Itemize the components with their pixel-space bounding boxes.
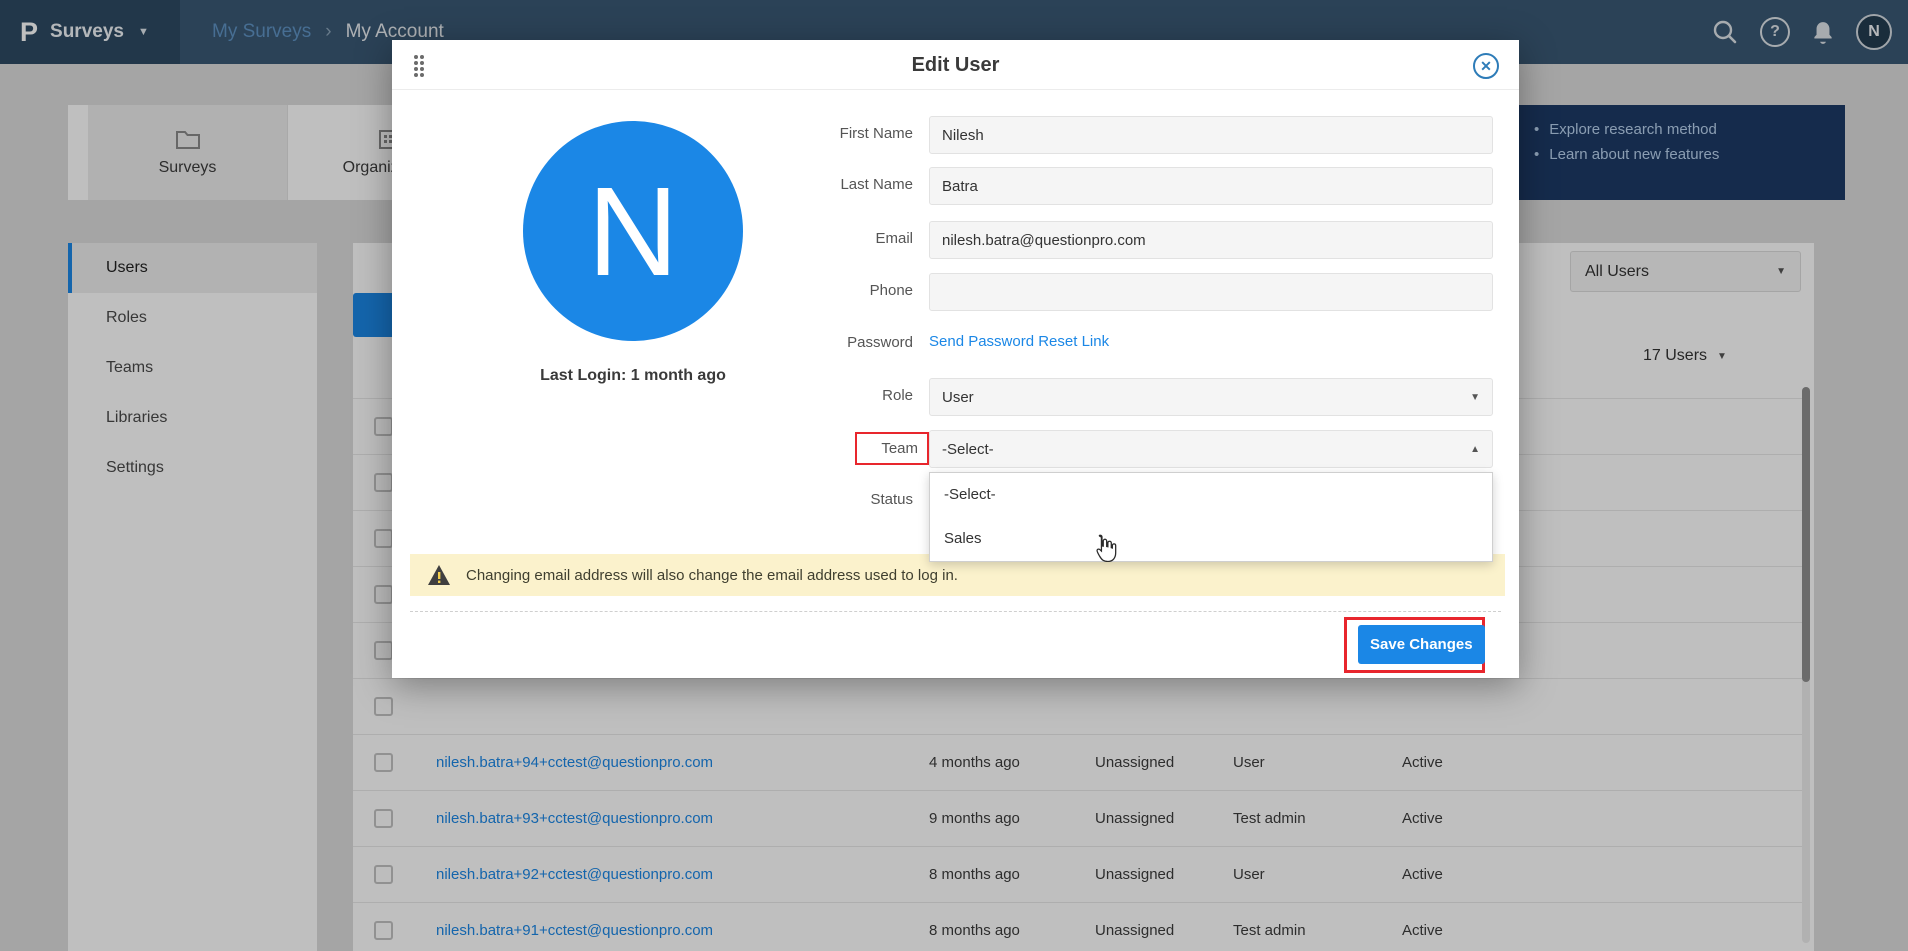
- last-name-field[interactable]: Batra: [929, 167, 1493, 205]
- team-value: -Select-: [942, 441, 994, 458]
- last-name-label: Last Name: [713, 176, 913, 193]
- team-option-select[interactable]: -Select-: [930, 473, 1492, 517]
- chevron-down-icon: ▼: [1470, 392, 1480, 403]
- edit-user-modal: Edit User ✕ N Last Login: 1 month ago Fi…: [392, 40, 1519, 678]
- team-label-highlight: Team: [855, 432, 929, 465]
- email-field[interactable]: nilesh.batra@questionpro.com: [929, 221, 1493, 259]
- phone-field[interactable]: [929, 273, 1493, 311]
- modal-header: Edit User ✕: [392, 40, 1519, 90]
- drag-handle-icon[interactable]: [414, 55, 424, 77]
- team-option-sales[interactable]: Sales: [930, 517, 1492, 561]
- warning-triangle-icon: [427, 564, 451, 586]
- modal-title: Edit User: [392, 40, 1519, 90]
- team-dropdown-menu: -Select-Sales: [929, 472, 1493, 562]
- save-changes-button[interactable]: Save Changes: [1358, 625, 1485, 664]
- last-name-value: Batra: [942, 178, 978, 195]
- first-name-label: First Name: [713, 125, 913, 142]
- send-password-reset-link[interactable]: Send Password Reset Link: [929, 333, 1109, 350]
- chevron-up-icon: ▲: [1470, 444, 1480, 455]
- team-label: Team: [881, 440, 918, 457]
- first-name-field[interactable]: Nilesh: [929, 116, 1493, 154]
- first-name-value: Nilesh: [942, 127, 984, 144]
- role-label: Role: [713, 387, 913, 404]
- email-value: nilesh.batra@questionpro.com: [942, 232, 1146, 249]
- team-select[interactable]: -Select- ▲: [929, 430, 1493, 468]
- password-label: Password: [713, 334, 913, 351]
- warning-text: Changing email address will also change …: [466, 567, 958, 584]
- edit-user-avatar: N: [523, 121, 743, 341]
- status-label: Status: [713, 491, 913, 508]
- role-value: User: [942, 389, 974, 406]
- role-select[interactable]: User ▼: [929, 378, 1493, 416]
- close-icon[interactable]: ✕: [1473, 53, 1499, 79]
- phone-label: Phone: [713, 282, 913, 299]
- email-label: Email: [713, 230, 913, 247]
- footer-separator: [410, 611, 1501, 612]
- last-login-label: Last Login: 1 month ago: [483, 367, 783, 385]
